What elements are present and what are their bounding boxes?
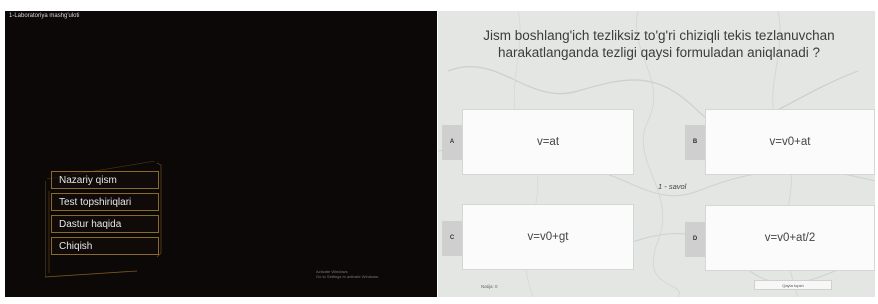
- menu-item-chiqish[interactable]: Chiqish: [51, 237, 159, 255]
- window-title: 1-Laboratoriya mashg'uloti: [9, 13, 80, 19]
- answer-a-letter: A: [442, 125, 462, 160]
- menu-item-dastur-haqida[interactable]: Dastur haqida: [51, 215, 159, 233]
- watermark-line-2: Go to Settings to activate Windows.: [316, 274, 380, 279]
- answer-c-button[interactable]: v=v0+gt: [462, 204, 634, 270]
- bottom-margin: [0, 297, 878, 304]
- answer-c-letter: C: [442, 221, 462, 256]
- answer-d-button[interactable]: v=v0+at/2: [705, 205, 875, 271]
- result-label: Natija: 0: [481, 284, 498, 289]
- answer-d-letter: D: [685, 222, 705, 257]
- answer-b-button[interactable]: v=v0+at: [705, 109, 875, 175]
- answer-a-button[interactable]: v=at: [462, 109, 634, 175]
- quiz-screen: Jism boshlang'ich tezliksiz to'g'ri chiz…: [438, 11, 875, 297]
- lab-menu-screen: 1-Laboratoriya mashg'uloti Nazariy qism …: [5, 11, 437, 297]
- menu-item-nazariy-qism[interactable]: Nazariy qism: [51, 171, 159, 189]
- retry-button[interactable]: Qayta topsh: [754, 280, 832, 290]
- question-text: Jism boshlang'ich tezliksiz to'g'ri chiz…: [483, 28, 835, 60]
- answer-b-letter: B: [685, 125, 705, 160]
- activate-windows-watermark: Activate Windows Go to Settings to activ…: [316, 269, 379, 279]
- question-counter: 1 - savol: [658, 182, 687, 191]
- main-menu: Nazariy qism Test topshiriqlari Dastur h…: [45, 161, 167, 279]
- menu-item-test-topshiriqlari[interactable]: Test topshiriqlari: [51, 193, 159, 211]
- top-margin: [0, 0, 878, 11]
